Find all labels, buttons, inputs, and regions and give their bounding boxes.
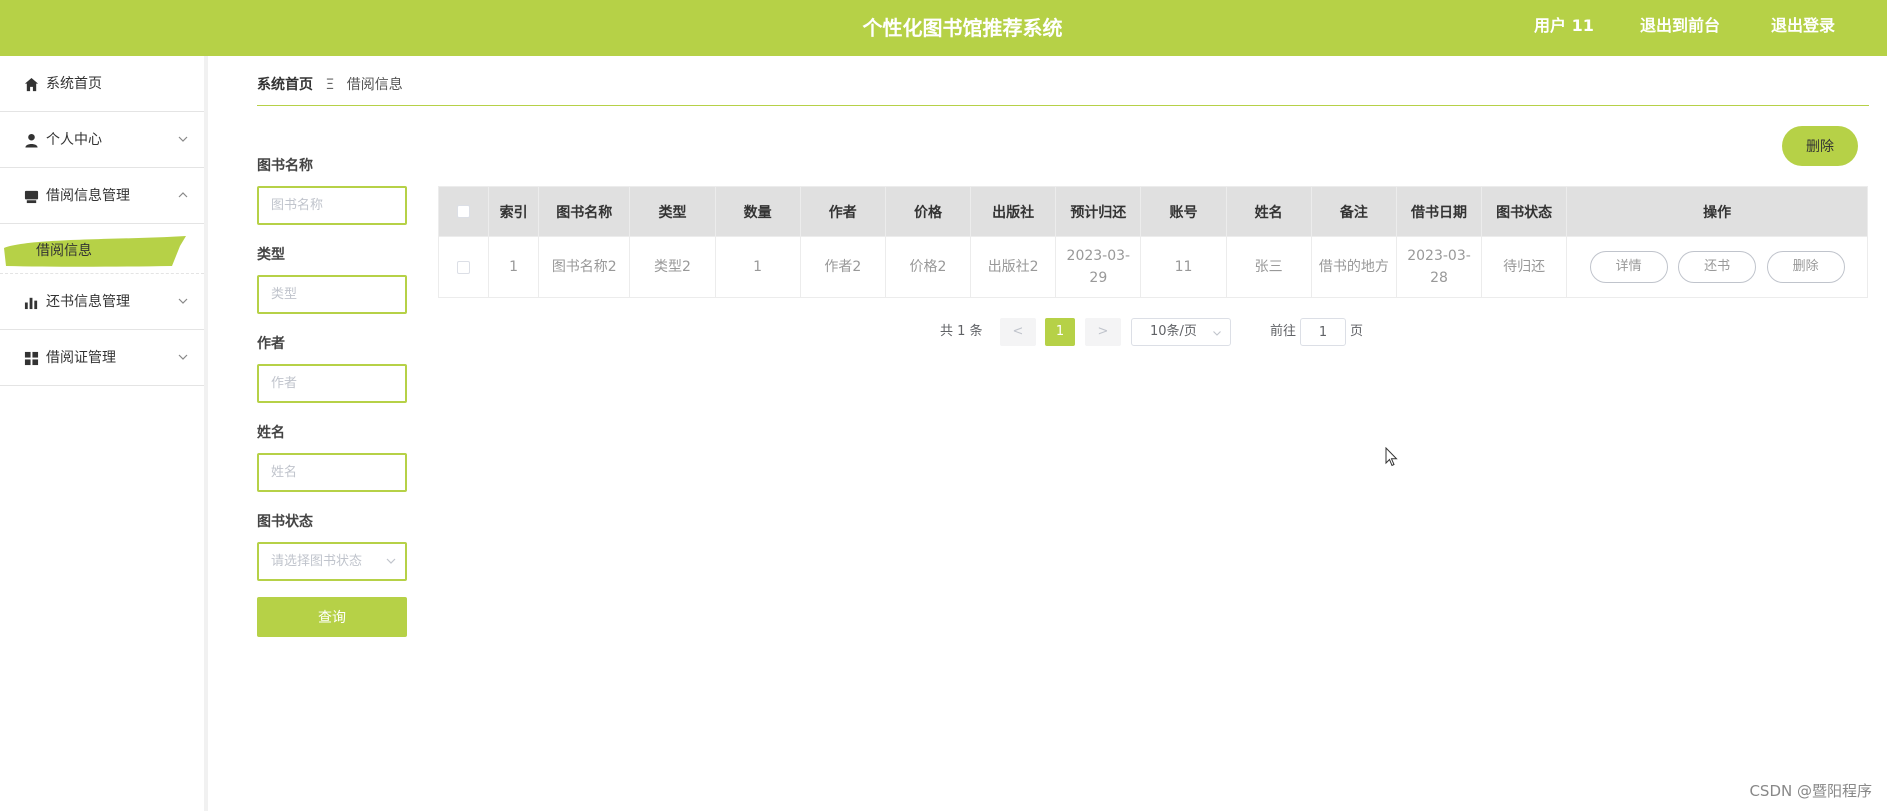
sidebar-item-label: 借阅信息管理: [46, 188, 130, 204]
next-page-button[interactable]: >: [1085, 318, 1121, 346]
cell-author: 作者2: [799, 236, 886, 298]
row-delete-button[interactable]: 删除: [1766, 251, 1845, 283]
sidebar-item-borrow-management[interactable]: 借阅信息管理: [0, 168, 204, 224]
column-header: 价格: [884, 186, 972, 237]
sidebar-item-personal-center[interactable]: 个人中心: [0, 112, 204, 168]
user-icon: [25, 133, 38, 148]
column-header: 图书名称: [538, 186, 631, 237]
column-header: 备注: [1310, 186, 1397, 237]
chevron-down-icon: [178, 354, 188, 360]
select-all-cell: [437, 186, 490, 237]
column-header: 账号: [1140, 186, 1227, 237]
return-book-button[interactable]: 还书: [1678, 251, 1757, 283]
search-form: 图书名称 类型 作者 姓名 图书状态 请选择图书状态 查询: [257, 156, 409, 637]
status-label: 图书状态: [257, 514, 313, 530]
cell-due-date: 2023-03-29: [1055, 236, 1142, 298]
sidebar-item-label: 个人中心: [46, 132, 102, 148]
breadcrumb: 系统首页 Ξ 借阅信息: [257, 74, 1869, 106]
author-input[interactable]: [257, 364, 407, 403]
back-to-front-link[interactable]: 退出到前台: [1640, 0, 1720, 56]
sidebar-item-label: 系统首页: [46, 76, 102, 92]
column-header: 操作: [1566, 186, 1868, 237]
table-header-row: 索引 图书名称 类型 数量 作者 价格 出版社 预计归还 账号 姓名 备注 借书…: [437, 186, 1868, 237]
page-size-value: 10条/页: [1150, 324, 1197, 339]
top-header: 个性化图书馆推荐系统 用户 11 退出到前台 退出登录: [0, 0, 1887, 56]
page-number-button[interactable]: 1: [1045, 318, 1075, 346]
grid-icon: [24, 351, 39, 366]
type-input[interactable]: [257, 275, 407, 314]
page-unit-label: 页: [1350, 324, 1364, 339]
column-header: 预计归还: [1055, 186, 1142, 237]
row-checkbox[interactable]: [457, 260, 471, 274]
bar-chart-icon: [24, 297, 38, 310]
watermark: CSDN @暨阳程序: [1749, 782, 1872, 800]
column-header: 图书状态: [1481, 186, 1568, 237]
cell-index: 1: [488, 236, 540, 298]
sidebar-item-label: 还书信息管理: [46, 294, 130, 310]
breadcrumb-current: 借阅信息: [346, 77, 403, 93]
home-icon: [24, 77, 39, 92]
select-all-checkbox[interactable]: [457, 205, 471, 218]
book-name-input[interactable]: [257, 186, 407, 225]
detail-button[interactable]: 详情: [1589, 251, 1668, 283]
search-button[interactable]: 查询: [257, 597, 407, 637]
goto-page-input[interactable]: [1300, 318, 1346, 346]
cell-name: 张三: [1225, 236, 1312, 298]
mouse-pointer-icon: [1385, 447, 1398, 467]
column-header: 数量: [714, 186, 801, 237]
sidebar-item-label: 借阅证管理: [46, 350, 116, 366]
chevron-up-icon: [178, 192, 188, 198]
chevron-down-icon: [178, 136, 188, 142]
status-select-placeholder: 请选择图书状态: [271, 554, 363, 569]
borrow-table: 索引 图书名称 类型 数量 作者 价格 出版社 预计归还 账号 姓名 备注 借书…: [437, 186, 1868, 298]
cell-book-name: 图书名称2: [538, 236, 631, 298]
sidebar-item-home[interactable]: 系统首页: [0, 56, 204, 112]
logout-link[interactable]: 退出登录: [1771, 0, 1835, 56]
sidebar: 系统首页 个人中心 借阅信息管理 借阅信息 还书信息管理 借阅证管理: [0, 56, 208, 811]
prev-page-button[interactable]: <: [1000, 318, 1036, 346]
cell-borrow-date: 2023-03-28: [1395, 236, 1483, 298]
type-label: 类型: [257, 247, 285, 263]
cell-account: 11: [1140, 236, 1227, 298]
column-header: 出版社: [970, 186, 1057, 237]
cell-operations: 详情 还书 删除: [1566, 236, 1868, 298]
row-select-cell: [437, 236, 490, 298]
name-input[interactable]: [257, 453, 407, 492]
pagination-total: 共 1 条: [940, 324, 983, 339]
active-brush-highlight: [4, 236, 186, 267]
table-row: 1 图书名称2 类型2 1 作者2 价格2 出版社2 2023-03-29 11…: [437, 236, 1868, 298]
status-select[interactable]: 请选择图书状态: [257, 542, 407, 581]
chevron-down-icon: [1213, 331, 1221, 336]
column-header: 类型: [629, 186, 716, 237]
author-label: 作者: [257, 336, 285, 352]
submenu-borrow-info: 借阅信息: [0, 224, 204, 274]
breadcrumb-home[interactable]: 系统首页: [257, 77, 313, 93]
book-name-label: 图书名称: [257, 158, 313, 174]
sidebar-item-library-card[interactable]: 借阅证管理: [0, 330, 204, 386]
cell-type: 类型2: [629, 236, 716, 298]
bulk-delete-button[interactable]: 删除: [1782, 126, 1858, 166]
column-header: 索引: [488, 186, 540, 237]
cell-publisher: 出版社2: [970, 236, 1057, 298]
goto-label: 前往: [1270, 324, 1297, 339]
current-user-label: 用户 11: [1534, 16, 1594, 35]
cell-price: 价格2: [884, 236, 972, 298]
book-icon: [24, 190, 39, 204]
sidebar-item-return-management[interactable]: 还书信息管理: [0, 274, 204, 330]
page-size-select[interactable]: 10条/页: [1131, 318, 1231, 346]
app-title: 个性化图书馆推荐系统: [862, 16, 1063, 40]
chevron-down-icon: [178, 298, 188, 304]
column-header: 作者: [799, 186, 886, 237]
sidebar-subitem-borrow-info[interactable]: 借阅信息: [36, 234, 92, 268]
chevron-down-icon: [386, 558, 396, 564]
column-header: 借书日期: [1395, 186, 1483, 237]
cell-remark: 借书的地方: [1310, 236, 1397, 298]
cell-status: 待归还: [1481, 236, 1568, 298]
breadcrumb-separator: Ξ: [325, 77, 335, 93]
name-label: 姓名: [257, 425, 285, 441]
cell-quantity: 1: [714, 236, 801, 298]
column-header: 姓名: [1225, 186, 1312, 237]
